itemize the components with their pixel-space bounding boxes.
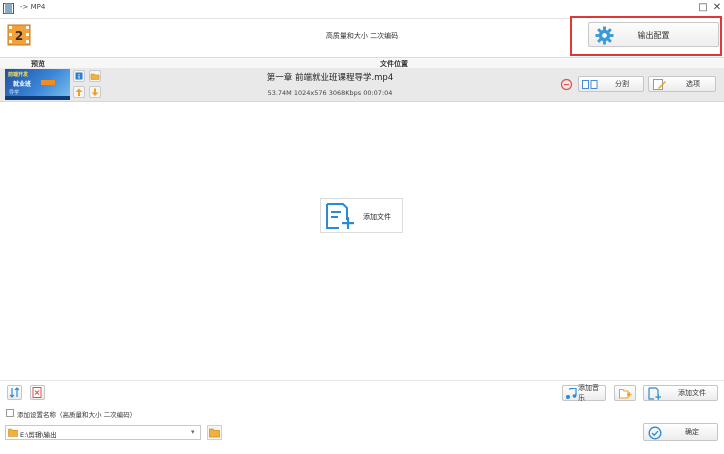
add-file-label: 添加文件 [678,389,706,397]
add-music-button[interactable]: 添加音乐 [562,384,606,402]
add-music-label: 添加音乐 [578,384,599,402]
thumb-decor [41,80,55,85]
remove-file-button[interactable] [560,78,573,91]
arrow-down-icon [91,88,99,96]
browse-folder-button[interactable] [207,425,222,440]
window-title: -> MP4 [20,3,46,11]
add-file-center-button[interactable]: 添加文件 [320,198,403,233]
file-name: 第一章 前端就业班课程导学.mp4 [266,73,394,83]
output-path-select[interactable]: E:\剪辑\输出 ▾ [5,425,201,440]
add-preset-name-checkbox[interactable] [6,409,14,417]
video-thumbnail[interactable]: 前端开发 就业班 导学 [5,69,70,100]
add-folder-button[interactable] [614,385,636,401]
thumb-text-1: 前端开发 [8,72,29,78]
info-icon [75,72,83,80]
add-folder-icon [619,389,632,399]
split-label: 分割 [615,80,629,88]
info-button[interactable] [73,70,85,82]
folder-icon [90,73,100,80]
remove-icon [560,78,573,91]
edit-options-icon [653,79,666,90]
sort-arrows-icon [9,387,20,398]
move-down-button[interactable] [89,86,101,98]
music-icon [566,388,577,399]
thumb-text-2: 就业班 [13,81,32,88]
open-folder-button[interactable] [89,70,101,82]
ok-label: 确定 [685,428,699,436]
folder-icon [209,428,220,438]
bottom-separator [0,380,724,381]
delete-list-icon [32,387,42,398]
film-icon [3,3,14,14]
thumb-text-3: 导学 [9,90,20,96]
split-button[interactable]: 分割 [578,76,644,92]
sort-button[interactable] [7,385,22,400]
close-button[interactable]: ✕ [711,2,723,14]
file-drop-area[interactable] [0,102,724,380]
thumb-bar [5,96,70,100]
move-up-button[interactable] [73,86,85,98]
add-file-icon [648,387,661,400]
add-file-icon [326,203,354,229]
add-file-button[interactable]: 添加文件 [643,385,718,401]
folder-icon [8,428,18,437]
chevron-down-icon: ▾ [191,428,195,436]
split-icon [582,80,598,89]
maximize-button[interactable]: □ [697,2,709,14]
options-label: 选项 [686,80,700,88]
output-config-label: 输出配置 [637,31,670,40]
add-file-center-label: 添加文件 [363,213,391,221]
add-preset-name-label: 添加设置名称（高质量和大小 二次编码） [17,411,137,419]
output-path-value: E:\剪辑\输出 [20,431,57,439]
output-config-button[interactable]: 输出配置 [588,22,719,47]
clear-list-button[interactable] [30,385,45,400]
options-button[interactable]: 选项 [648,76,716,92]
arrow-up-icon [75,88,83,96]
file-details: 53.74M 1024x576 3068Kbps 00:07:04 [267,89,393,97]
ok-button[interactable]: 确定 [643,423,718,441]
check-circle-icon [648,426,662,440]
